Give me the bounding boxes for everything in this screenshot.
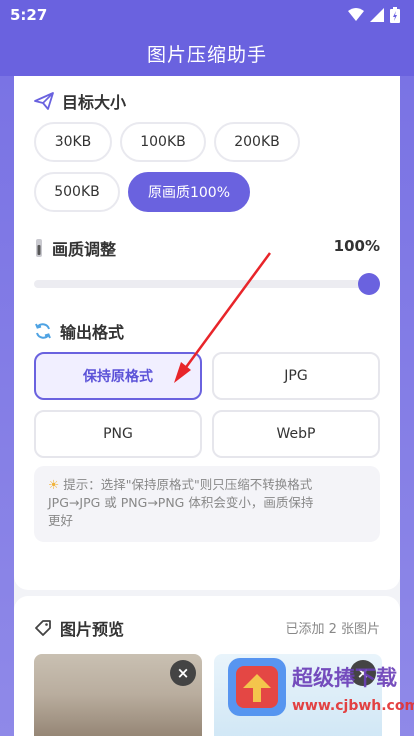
thermometer-icon [36, 239, 42, 257]
paper-plane-icon [34, 92, 54, 110]
app-bar: 图片压缩助手 [0, 30, 414, 76]
size-option-label: 30KB [54, 134, 92, 150]
remove-image-button[interactable]: × [170, 660, 196, 686]
app-title: 图片压缩助手 [146, 43, 267, 66]
watermark-url: www.cjbwh.com [292, 698, 414, 714]
size-option-label: 100KB [140, 134, 186, 150]
refresh-icon [35, 323, 51, 339]
size-option-500kb[interactable]: 500KB [34, 172, 120, 212]
format-option-webp[interactable]: WebP [212, 410, 380, 458]
quality-label: 画质调整 [52, 240, 117, 259]
format-option-jpg[interactable]: JPG [212, 352, 380, 400]
preview-count: 已添加 2 张图片 [285, 622, 380, 637]
target-size-header: 目标大小 [34, 89, 126, 113]
format-option-label: 保持原格式 [83, 369, 153, 385]
size-option-label: 200KB [234, 134, 280, 150]
tip-line: ☀ 提示：选择"保持原格式"则只压缩不转换格式 [48, 476, 368, 494]
tip-text-1: 提示：选择"保持原格式"则只压缩不转换格式 [63, 477, 313, 492]
size-option-label: 原画质100% [147, 185, 231, 201]
signal-icon [370, 8, 384, 22]
tip-text-2: JPG→JPG 或 PNG→PNG 体积会变小，画质保持 [48, 495, 314, 510]
format-option-keep-original[interactable]: 保持原格式 [34, 352, 202, 400]
battery-icon [390, 7, 400, 23]
quality-slider-thumb[interactable] [358, 273, 380, 295]
format-option-label: JPG [284, 368, 308, 384]
target-size-title: 目标大小 [62, 93, 127, 112]
status-time: 5:27 [10, 6, 48, 24]
wifi-icon [348, 8, 364, 21]
sun-icon: ☀ [48, 477, 60, 492]
quality-slider-track[interactable] [34, 280, 380, 288]
output-format-title: 输出格式 [60, 323, 125, 342]
quality-header: 画质调整 [34, 236, 116, 260]
watermark: 超级捧下载 www.cjbwh.com [222, 646, 414, 734]
watermark-brand: 超级捧下载 [292, 666, 397, 690]
format-option-label: PNG [103, 426, 133, 442]
status-icons [348, 7, 400, 23]
watermark-logo [228, 658, 286, 716]
preview-thumbnail[interactable]: × [34, 654, 202, 736]
size-option-200kb[interactable]: 200KB [214, 122, 300, 162]
output-format-header: 输出格式 [34, 319, 124, 343]
size-option-30kb[interactable]: 30KB [34, 122, 112, 162]
status-bar: 5:27 [0, 0, 414, 30]
preview-title: 图片预览 [60, 620, 125, 639]
background-strip-left [0, 76, 14, 736]
tip-text-3: 更好 [48, 513, 74, 528]
size-option-original-quality[interactable]: 原画质100% [128, 172, 250, 212]
background-strip-right [400, 76, 414, 736]
format-option-png[interactable]: PNG [34, 410, 202, 458]
quality-value: 100% [333, 237, 380, 255]
size-option-100kb[interactable]: 100KB [120, 122, 206, 162]
preview-header: 图片预览 [34, 616, 124, 640]
tip-box: ☀ 提示：选择"保持原格式"则只压缩不转换格式 JPG→JPG 或 PNG→PNG… [34, 466, 380, 542]
tag-icon [35, 620, 51, 636]
size-option-label: 500KB [54, 184, 100, 200]
format-option-label: WebP [276, 426, 316, 442]
settings-card: 目标大小 30KB 100KB 200KB 500KB 原画质100% 画质调整… [14, 76, 400, 590]
